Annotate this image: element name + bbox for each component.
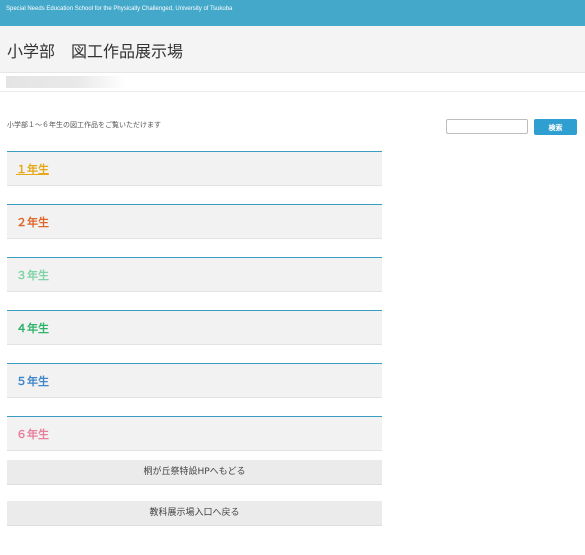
grade-link-6[interactable]: ６年生 xyxy=(16,426,49,442)
grade-item-4[interactable]: ４年生 xyxy=(7,310,382,345)
page-title: 小学部 図工作品展示場 xyxy=(7,42,184,61)
search-input[interactable] xyxy=(446,119,528,134)
top-header-bar: Special Needs Education School for the P… xyxy=(0,0,585,26)
grade-link-2[interactable]: ２年生 xyxy=(16,214,49,230)
grade-item-2[interactable]: ２年生 xyxy=(7,204,382,239)
intro-text: 小学部１～６年生の図工作品をご覧いただけます xyxy=(7,121,161,129)
title-band: 小学部 図工作品展示場 xyxy=(0,26,585,73)
grade-item-6[interactable]: ６年生 xyxy=(7,416,382,451)
grade-link-4[interactable]: ４年生 xyxy=(16,320,49,336)
breadcrumb xyxy=(0,73,585,92)
grade-list: １年生 ２年生 ３年生 ４年生 ５年生 ６年生 xyxy=(7,151,382,469)
grade-item-3[interactable]: ３年生 xyxy=(7,257,382,292)
school-name[interactable]: Special Needs Education School for the P… xyxy=(6,6,232,12)
grade-link-5[interactable]: ５年生 xyxy=(16,373,49,389)
back-to-festival-button[interactable]: 桐が丘祭特設HPへもどる xyxy=(7,460,382,485)
grade-item-1[interactable]: １年生 xyxy=(7,151,382,186)
grade-item-5[interactable]: ５年生 xyxy=(7,363,382,398)
search-button[interactable]: 検索 xyxy=(534,119,577,135)
grade-link-3[interactable]: ３年生 xyxy=(16,267,49,283)
grade-link-1[interactable]: １年生 xyxy=(16,161,49,177)
breadcrumb-placeholder xyxy=(6,76,126,88)
back-to-entrance-button[interactable]: 教科展示場入口へ戻る xyxy=(7,501,382,526)
